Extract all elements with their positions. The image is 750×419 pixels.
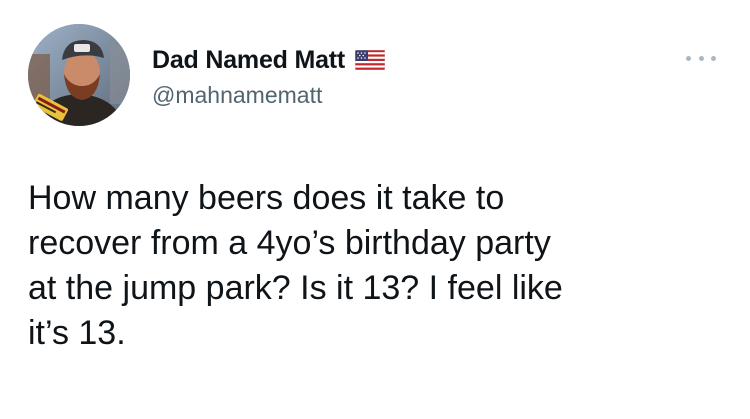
author-handle[interactable]: @mahnamematt xyxy=(152,82,322,109)
more-dot xyxy=(686,55,691,61)
more-options-icon[interactable] xyxy=(686,50,716,66)
more-dot xyxy=(711,55,716,61)
tweet-card: Dad Named Matt @mahnamematt How many bee… xyxy=(0,0,750,419)
author-display-name[interactable]: Dad Named Matt xyxy=(152,46,345,75)
avatar-image xyxy=(28,24,130,126)
us-flag-icon xyxy=(354,49,386,71)
author-name-row: Dad Named Matt xyxy=(152,44,386,76)
avatar[interactable] xyxy=(28,24,130,126)
more-dot xyxy=(698,55,704,61)
tweet-text: How many beers does it take to recover f… xyxy=(28,179,563,352)
